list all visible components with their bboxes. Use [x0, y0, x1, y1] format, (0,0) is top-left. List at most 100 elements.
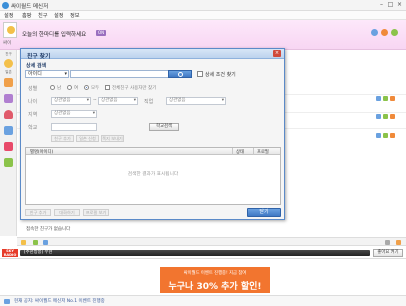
bottom-profile-button[interactable]: 프로필 보기 — [83, 209, 109, 216]
school-search-button[interactable]: 학교검색 — [149, 123, 179, 131]
school-input[interactable] — [51, 123, 97, 131]
sidebar: 친구 일촌 — [0, 50, 17, 236]
detail-search-checkbox[interactable] — [197, 71, 203, 77]
footer-bar: 현재 공지: 싸이월드 메신저 No.1 이벤트 진행중 — [0, 295, 406, 306]
status-badge[interactable]: ON — [96, 30, 107, 36]
add-friend-icon[interactable] — [33, 240, 38, 245]
ad-headline: 누구나 30% 추가 할인! — [168, 282, 262, 292]
column-divider — [253, 148, 254, 155]
gender-female-label: 여 — [74, 86, 79, 91]
minimize-button[interactable]: – — [377, 1, 386, 9]
add-friend-button[interactable]: 친구 추가 — [51, 135, 74, 142]
gift-icon[interactable] — [391, 29, 398, 36]
gender-all-label: 모두 — [91, 86, 100, 91]
maximize-button[interactable]: □ — [386, 1, 395, 9]
menu-item-friends[interactable]: 친구 — [38, 12, 48, 19]
note-icon[interactable] — [4, 158, 13, 167]
bell-icon[interactable] — [396, 240, 401, 245]
search-type-value: 아이디 — [28, 71, 42, 77]
gender-all-radio[interactable] — [84, 85, 89, 90]
mail-icon[interactable] — [390, 133, 395, 138]
profile-icon[interactable] — [376, 96, 381, 101]
home-icon[interactable] — [383, 114, 388, 119]
online-status-text: 접속한 친구가 없습니다 — [26, 227, 71, 232]
app-logo-icon — [2, 2, 9, 9]
send-note-button[interactable]: 쪽지 보내기 — [101, 135, 124, 142]
menu-item-info[interactable]: 정보 — [70, 12, 80, 19]
section-label: 상세 검색 — [26, 63, 47, 69]
column-header-profile[interactable]: 프로필 — [257, 149, 269, 155]
window-titlebar: 싸이월드 메신저 – □ × — [0, 0, 406, 11]
school-label: 학교 — [28, 125, 38, 131]
mail-icon[interactable] — [381, 29, 388, 36]
detail-search-label: 상세 조건 찾기 — [205, 72, 236, 78]
sidebar-label-ilchon: 일촌 — [5, 70, 12, 74]
menu-item-settings[interactable]: 설정 — [4, 12, 14, 19]
menu-item-config[interactable]: 설정 — [54, 12, 64, 19]
search-icon — [178, 72, 183, 77]
age-label: 나이 — [28, 99, 38, 105]
heart-icon[interactable] — [4, 110, 13, 119]
gender-female-radio[interactable] — [67, 85, 72, 90]
gift-box-icon[interactable] — [4, 142, 13, 151]
dialog-close-button[interactable]: × — [273, 50, 281, 57]
close-button[interactable]: × — [395, 1, 404, 9]
gender-label: 성별 — [28, 86, 38, 92]
group-icon[interactable] — [43, 240, 48, 245]
ad-area: 싸이월드 이벤트 진행중! 지금 참여 누구나 30% 추가 할인! — [0, 259, 406, 295]
footer-notice[interactable]: 현재 공지: 싸이월드 메신저 No.1 이벤트 진행중 — [14, 298, 105, 304]
chevron-down-icon: ▾ — [133, 98, 136, 103]
age-to-value: 상관없음 — [101, 98, 118, 103]
sky-radio-logo[interactable]: SKY RADIO — [2, 249, 18, 257]
age-from-select[interactable]: 상관없음 ▾ — [51, 97, 91, 105]
home-icon[interactable] — [383, 96, 388, 101]
close-dialog-button[interactable]: 닫기 — [247, 208, 281, 217]
gender-male-label: 남 — [57, 86, 62, 91]
ilchon-request-button[interactable]: 일촌 신청 — [76, 135, 99, 142]
avatar[interactable] — [3, 22, 17, 38]
menu-item-home[interactable]: 홈팡 — [22, 12, 32, 19]
sidebar-label-friends: 친구 — [5, 52, 12, 56]
emoticon-icon[interactable] — [21, 240, 26, 245]
mail-icon[interactable] — [390, 114, 395, 119]
home-icon[interactable] — [371, 29, 378, 36]
column-header-status[interactable]: 상태 — [236, 149, 244, 155]
radio-player[interactable] — [20, 250, 370, 256]
bottom-toolbar — [17, 237, 406, 246]
chevron-down-icon: ▾ — [64, 71, 67, 77]
home-icon[interactable] — [383, 133, 388, 138]
exclude-contacts-label: 전체친구 사용자만 찾기 — [112, 86, 157, 91]
settings-icon[interactable] — [385, 240, 390, 245]
bottom-chat-button[interactable]: 대화하기 — [54, 209, 80, 216]
column-divider — [232, 148, 233, 155]
job-label: 직업 — [144, 99, 154, 105]
age-to-select[interactable]: 상관없음 ▾ — [98, 97, 138, 105]
search-input[interactable] — [70, 70, 169, 78]
profile-icon[interactable] — [376, 114, 381, 119]
result-table: 별명(아이디) 상태 프로필 검색한 결과가 표시됩니다 — [25, 147, 281, 205]
age-from-value: 상관없음 — [54, 98, 71, 103]
chevron-down-icon: ▾ — [221, 98, 224, 103]
star-icon[interactable] — [4, 78, 13, 87]
profile-icon[interactable] — [376, 133, 381, 138]
notice-icon — [4, 299, 10, 304]
group-icon[interactable] — [4, 94, 13, 103]
bottom-add-friend-button[interactable]: 친구 추가 — [25, 209, 51, 216]
search-button[interactable] — [168, 70, 192, 78]
search-type-select[interactable]: 아이디 ▾ — [25, 70, 69, 78]
column-header-nickname[interactable]: 별명(아이디) — [30, 149, 53, 155]
region-select[interactable]: 상관없음 ▾ — [51, 110, 97, 118]
profile-area: 싸이 오늘의 한마디를 입력하세요 ON — [0, 20, 406, 50]
job-select[interactable]: 상관없음 ▾ — [166, 97, 226, 105]
ad-banner[interactable]: 싸이월드 이벤트 진행중! 지금 참여 누구나 30% 추가 할인! — [160, 267, 270, 293]
profile-message[interactable]: 오늘의 한마디를 입력하세요 — [22, 30, 86, 38]
smile-icon[interactable] — [4, 59, 13, 68]
chat-icon[interactable] — [4, 126, 13, 135]
radio-like-button[interactable]: 좋아요 켜기 — [373, 249, 403, 257]
avatar-face-icon — [7, 26, 15, 34]
radio-bar: SKY RADIO [추천방송] 수현 좋아요 켜기 — [0, 247, 406, 259]
radio-now-playing: [추천방송] 수현 — [24, 250, 53, 255]
exclude-contacts-checkbox[interactable] — [105, 85, 110, 90]
mail-icon[interactable] — [390, 96, 395, 101]
gender-male-radio[interactable] — [50, 85, 55, 90]
